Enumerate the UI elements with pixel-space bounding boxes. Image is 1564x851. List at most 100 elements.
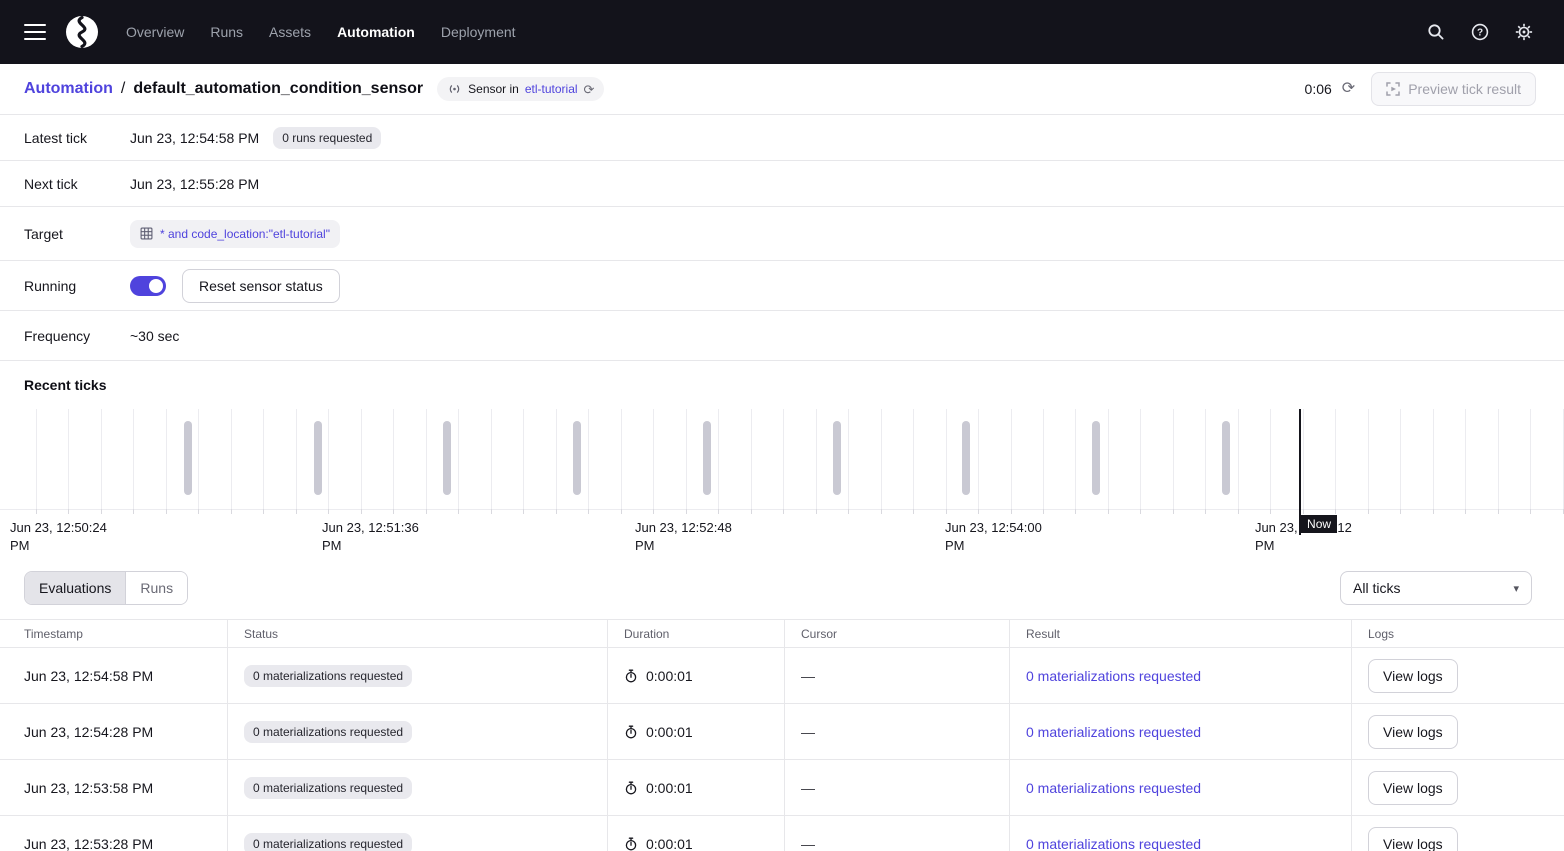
axis-tick-mark: [848, 509, 849, 514]
cell-timestamp: Jun 23, 12:53:58 PM: [0, 760, 228, 815]
nav-item-deployment[interactable]: Deployment: [441, 24, 516, 40]
sensor-badge-prefix: Sensor in: [468, 82, 519, 96]
refresh-icon: ⟳: [1342, 80, 1355, 97]
timeline-gridline: [1270, 409, 1271, 509]
view-logs-button[interactable]: View logs: [1368, 715, 1458, 749]
tick-filter-dropdown[interactable]: All ticks ▾: [1340, 571, 1532, 605]
preview-tick-result-button[interactable]: Preview tick result: [1371, 72, 1536, 106]
preview-button-label: Preview tick result: [1408, 81, 1521, 97]
axis-tick-mark: [263, 509, 264, 514]
axis-tick-mark: [1498, 509, 1499, 514]
hamburger-menu-button[interactable]: [24, 24, 46, 40]
target-label: Target: [24, 226, 130, 242]
result-link[interactable]: 0 materializations requested: [1026, 668, 1201, 684]
view-logs-button[interactable]: View logs: [1368, 659, 1458, 693]
timeline-axis-label: Jun 23, 12:52:48 PM: [635, 519, 747, 555]
timeline-gridline: [231, 409, 232, 509]
tab-evaluations[interactable]: Evaluations: [25, 572, 125, 604]
axis-tick-mark: [881, 509, 882, 514]
reset-sensor-status-button[interactable]: Reset sensor status: [182, 269, 340, 303]
running-row: Running Reset sensor status: [0, 261, 1564, 311]
axis-tick-mark: [296, 509, 297, 514]
dagster-logo-icon[interactable]: [64, 14, 100, 50]
tick-bar[interactable]: [184, 421, 192, 495]
tick-bar[interactable]: [1222, 421, 1230, 495]
axis-tick-mark: [588, 509, 589, 514]
tick-bar[interactable]: [443, 421, 451, 495]
nav-item-runs[interactable]: Runs: [210, 24, 243, 40]
code-location-link[interactable]: etl-tutorial: [525, 82, 578, 96]
timeline-gridline: [1108, 409, 1109, 509]
table-row: Jun 23, 12:54:58 PM 0 materializations r…: [0, 648, 1564, 704]
tick-bar[interactable]: [962, 421, 970, 495]
result-link[interactable]: 0 materializations requested: [1026, 724, 1201, 740]
cell-duration: 0:00:01: [646, 724, 693, 740]
col-header-status: Status: [228, 620, 608, 647]
cell-cursor: —: [785, 704, 1010, 759]
timeline-gridline: [1335, 409, 1336, 509]
axis-tick-mark: [621, 509, 622, 514]
tab-runs[interactable]: Runs: [125, 572, 187, 604]
timeline-gridline: [848, 409, 849, 509]
cell-timestamp: Jun 23, 12:53:28 PM: [0, 816, 228, 851]
status-badge: 0 materializations requested: [244, 833, 412, 851]
refresh-button[interactable]: ⟳: [1342, 81, 1355, 97]
timeline-gridline: [393, 409, 394, 509]
timeline-gridline: [1400, 409, 1401, 509]
timeline-gridline: [1368, 409, 1369, 509]
timeline-axis: [0, 509, 1564, 510]
result-link[interactable]: 0 materializations requested: [1026, 836, 1201, 851]
timeline-gridline: [1303, 409, 1304, 509]
timeline-gridline: [1011, 409, 1012, 509]
tick-bar[interactable]: [833, 421, 841, 495]
view-logs-button[interactable]: View logs: [1368, 771, 1458, 805]
settings-button[interactable]: [1508, 16, 1540, 48]
svg-text:?: ?: [1477, 28, 1483, 39]
axis-tick-mark: [426, 509, 427, 514]
cell-timestamp: Jun 23, 12:54:28 PM: [0, 704, 228, 759]
running-toggle[interactable]: [130, 276, 166, 296]
timeline-gridline: [783, 409, 784, 509]
axis-tick-mark: [1173, 509, 1174, 514]
status-badge: 0 materializations requested: [244, 721, 412, 743]
cell-duration: 0:00:01: [646, 668, 693, 684]
nav-item-overview[interactable]: Overview: [126, 24, 184, 40]
top-nav: Overview Runs Assets Automation Deployme…: [0, 0, 1564, 64]
timeline-axis-label: Jun 23, 12:51:36 PM: [322, 519, 434, 555]
recent-ticks-title: Recent ticks: [0, 361, 1564, 409]
target-selection-chip[interactable]: * and code_location:"etl-tutorial": [130, 220, 340, 248]
axis-tick-mark: [101, 509, 102, 514]
sensor-location-badge: Sensor in etl-tutorial ⟳: [437, 77, 604, 101]
tick-bar[interactable]: [573, 421, 581, 495]
axis-tick-mark: [328, 509, 329, 514]
axis-tick-mark: [686, 509, 687, 514]
view-logs-button[interactable]: View logs: [1368, 827, 1458, 851]
nav-item-automation[interactable]: Automation: [337, 24, 415, 40]
tick-bar[interactable]: [1092, 421, 1100, 495]
col-header-logs: Logs: [1352, 620, 1564, 647]
cell-cursor: —: [785, 816, 1010, 851]
tick-bar[interactable]: [314, 421, 322, 495]
timeline-gridline: [913, 409, 914, 509]
search-button[interactable]: [1420, 16, 1452, 48]
search-icon: [1427, 23, 1445, 41]
table-header-row: Timestamp Status Duration Cursor Result …: [0, 620, 1564, 648]
breadcrumb-automation-link[interactable]: Automation: [24, 80, 113, 98]
tick-bar[interactable]: [703, 421, 711, 495]
cell-cursor: —: [785, 648, 1010, 703]
reload-location-icon[interactable]: ⟳: [584, 83, 595, 96]
timeline-gridline: [978, 409, 979, 509]
axis-tick-mark: [751, 509, 752, 514]
cell-timestamp: Jun 23, 12:54:58 PM: [0, 648, 228, 703]
main-nav: Overview Runs Assets Automation Deployme…: [126, 24, 516, 40]
timeline-gridline: [718, 409, 719, 509]
timeline-gridline: [621, 409, 622, 509]
result-link[interactable]: 0 materializations requested: [1026, 780, 1201, 796]
axis-tick-mark: [1043, 509, 1044, 514]
help-button[interactable]: ?: [1464, 16, 1496, 48]
axis-tick-mark: [491, 509, 492, 514]
nav-item-assets[interactable]: Assets: [269, 24, 311, 40]
axis-tick-mark: [133, 509, 134, 514]
latest-tick-row: Latest tick Jun 23, 12:54:58 PM 0 runs r…: [0, 115, 1564, 161]
timeline-gridline: [328, 409, 329, 509]
